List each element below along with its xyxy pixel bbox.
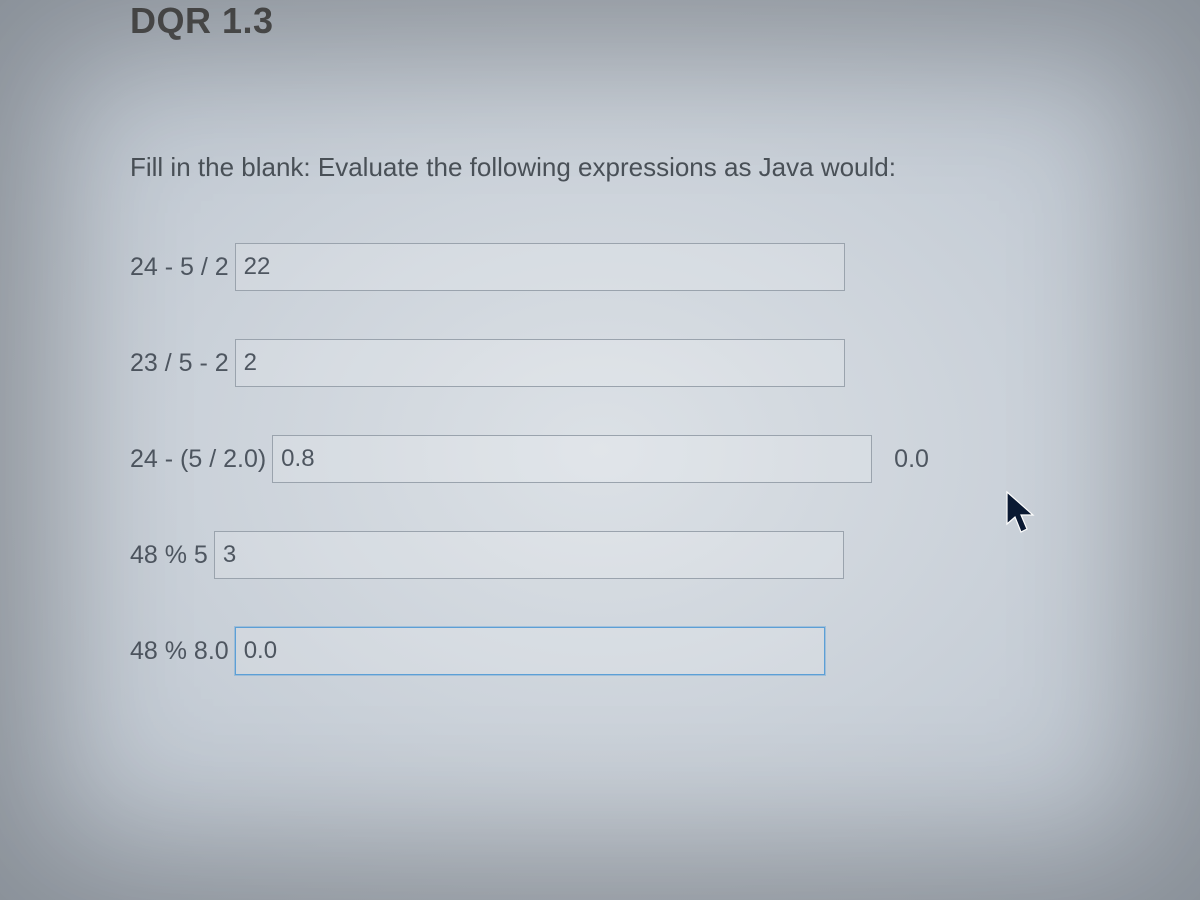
expression-label: 24 - (5 / 2.0) — [130, 445, 266, 474]
answer-input-2[interactable] — [235, 339, 845, 387]
expression-label: 23 / 5 - 2 — [130, 349, 229, 378]
question-row: 48 % 5 — [130, 531, 1070, 579]
expression-label: 48 % 5 — [130, 541, 208, 570]
answer-input-1[interactable] — [235, 243, 845, 291]
page-title: DQR 1.3 — [130, 0, 1070, 42]
expression-label: 24 - 5 / 2 — [130, 253, 229, 282]
question-row: 24 - (5 / 2.0) 0.0 — [130, 435, 1070, 483]
answer-input-3[interactable] — [272, 435, 872, 483]
expression-label: 48 % 8.0 — [130, 637, 229, 666]
extra-value: 0.0 — [894, 445, 929, 474]
question-row: 23 / 5 - 2 — [130, 339, 1070, 387]
answer-input-4[interactable] — [214, 531, 844, 579]
question-prompt: Fill in the blank: Evaluate the followin… — [130, 152, 1070, 183]
question-row: 24 - 5 / 2 — [130, 243, 1070, 291]
answer-input-5[interactable] — [235, 627, 825, 675]
question-row: 48 % 8.0 — [130, 627, 1070, 675]
